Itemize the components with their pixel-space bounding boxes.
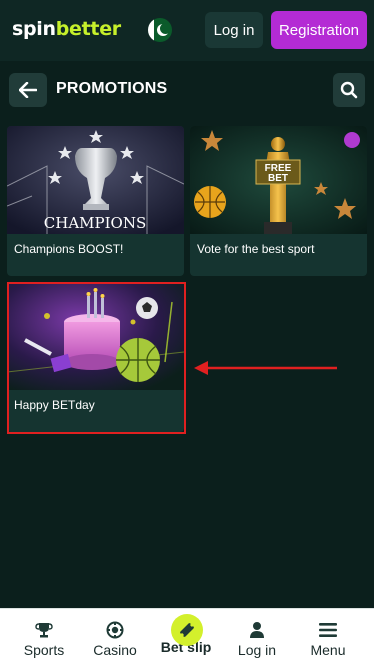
nav-sports-label: Sports [23,642,65,658]
promo-label: Happy BETday [14,398,95,412]
login-button[interactable]: Log in [205,12,263,48]
logo-spin-text: spin [12,18,56,40]
promo-image-free-bet: FREE BET [190,126,367,234]
language-flag-icon[interactable] [148,18,172,42]
registration-button[interactable]: Registration [271,11,367,49]
promo-image-champions: CHAMPIONS [7,126,184,234]
back-button[interactable] [9,73,47,107]
nav-sports[interactable]: Sports [9,609,79,666]
trophy-icon [35,623,53,638]
brand-logo[interactable]: spinbetter [12,18,121,40]
nav-casino[interactable]: Casino [80,609,150,666]
champions-image-text: CHAMPIONS [44,214,146,232]
user-icon [250,622,264,638]
nav-log-in-label: Log in [237,642,277,658]
logo-better-text: better [55,18,121,40]
page-title: PROMOTIONS [56,80,168,97]
promo-card-champions-boost[interactable]: CHAMPIONS Champions BOOST! [7,126,184,276]
nav-menu[interactable]: Menu [293,609,363,666]
annotation-arrow-icon [194,361,337,375]
arrow-left-icon [19,82,37,98]
promo-label: Vote for the best sport [197,242,315,256]
bet-slip-button[interactable] [171,614,203,646]
search-button[interactable] [333,73,365,107]
promo-card-happy-betday[interactable]: Happy BETday [7,282,184,432]
svg-text:BET: BET [268,173,288,184]
page-titlebar: PROMOTIONS [0,61,374,119]
ticket-icon [180,623,194,637]
nav-casino-label: Casino [93,642,137,658]
menu-icon [319,623,337,637]
nav-menu-label: Menu [310,642,346,658]
nav-log-in[interactable]: Log in [222,609,292,666]
app-header: spinbetter Log in Registration [0,0,374,61]
promo-image-birthday-cake [7,282,184,390]
search-icon [340,81,358,99]
promo-label: Champions BOOST! [14,242,124,256]
promo-card-vote-best-sport[interactable]: FREE BET Vote for the best sport [190,126,367,276]
casino-chip-icon [106,621,124,639]
